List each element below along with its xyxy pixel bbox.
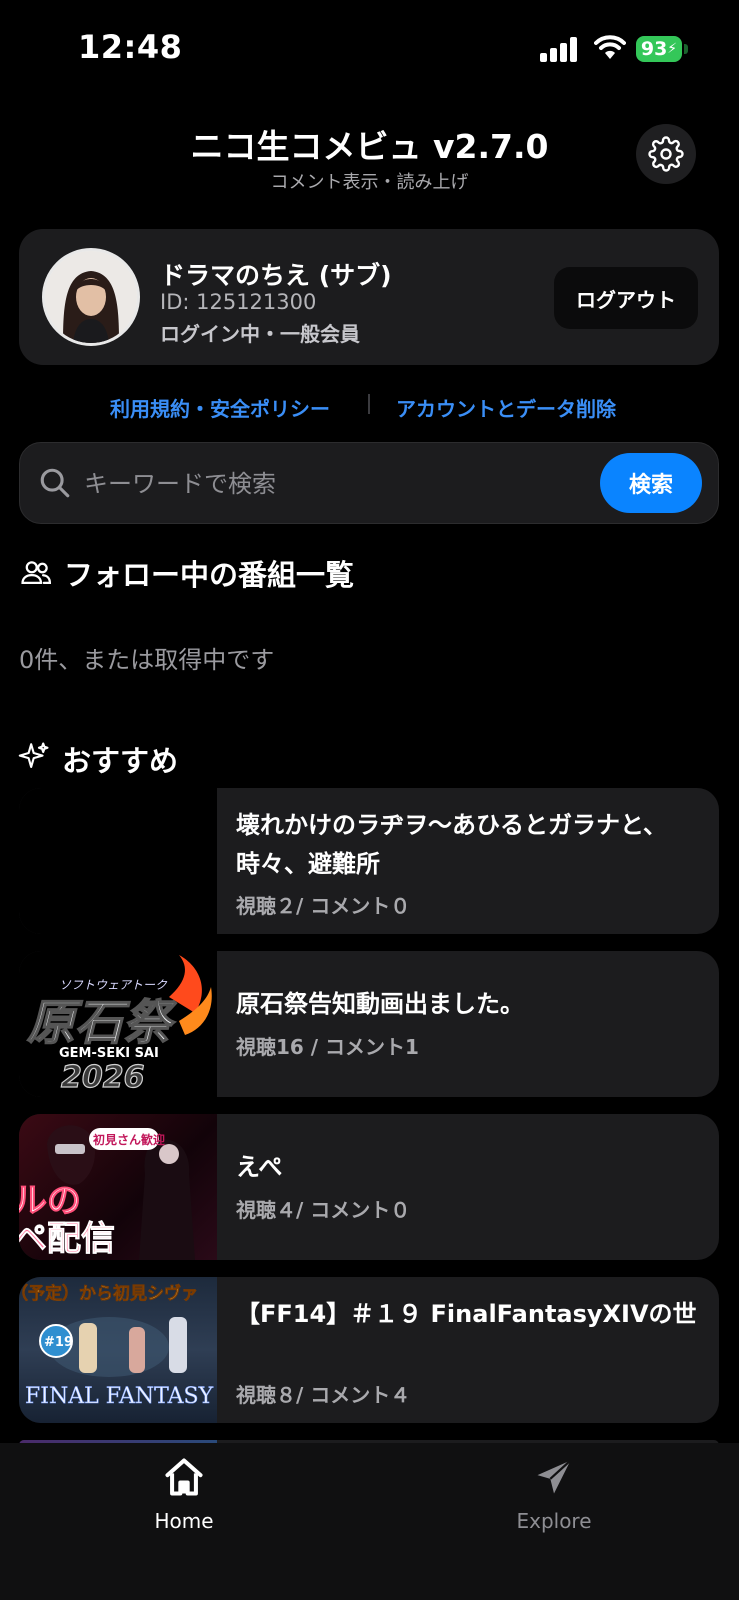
tab-home-label: Home [154, 1509, 214, 1533]
thumb-title: 原石祭 [27, 995, 177, 1051]
thumb-episode: #19 [44, 1335, 73, 1350]
app-title: ニコ生コメビュ v2.7.0 [190, 127, 549, 166]
program-stats: 視聴４/ コメント０ [236, 1198, 411, 1222]
battery-level: 93 [640, 38, 668, 60]
program-card[interactable]: （予定）から初見シヴァ #19 FINAL FANTASY 【FF14】＃１９ … [19, 1277, 719, 1423]
program-thumbnail: （予定）から初見シヴァ #19 FINAL FANTASY [19, 1277, 217, 1423]
program-title-line1: 【FF14】＃１９ FinalFantasyXIVの世界で「イッヌ」を探す ｱｶ… [236, 1300, 697, 1328]
program-stats: 視聴８/ コメント４ [236, 1383, 411, 1407]
tab-explore[interactable]: Explore [454, 1455, 654, 1533]
settings-button[interactable] [636, 124, 696, 184]
program-title: 壊れかけのラヂヲ〜あひるとガラナと、時々、避難所 [236, 811, 668, 878]
thumb-line2: ペ配信 [19, 1219, 115, 1259]
thumb-caption: ソフトウェアトーク [59, 978, 168, 992]
program-thumbnail: 初見さん歓迎 ルの ペ配信 [19, 1114, 217, 1260]
avatar [42, 248, 140, 346]
search-button[interactable]: 検索 [600, 453, 702, 513]
tab-home[interactable]: Home [84, 1455, 284, 1533]
tab-explore-label: Explore [516, 1509, 592, 1533]
program-stats: 視聴16 / コメント1 [236, 1035, 419, 1059]
program-title: 【FF14】＃１９ FinalFantasyXIVの世界で「イッヌ」を探す ｱｶ… [236, 1295, 697, 1334]
thumb-year: 2026 [61, 1060, 145, 1095]
sparkles-icon [18, 742, 49, 768]
thumb-badge: 初見さん歓迎 [93, 1132, 165, 1147]
recommended-section-title: おすすめ [62, 744, 179, 778]
users-icon [21, 561, 52, 585]
avatar-photo [45, 251, 137, 343]
following-section-title: フォロー中の番組一覧 [64, 558, 355, 592]
program-card[interactable]: ソフトウェアトーク 原石祭 GEM-SEKI SAI 2026 原石祭告知動画出… [19, 951, 719, 1097]
user-name: ドラマのちえ (サブ) [160, 261, 392, 290]
logout-button[interactable]: ログアウト [554, 267, 698, 329]
program-card[interactable]: 壊れかけのラヂヲ〜あひるとガラナと、時々、避難所 視聴２/ コメント０ [19, 788, 719, 934]
home-icon [165, 1458, 203, 1496]
search-icon [40, 468, 70, 498]
delete-account-link[interactable]: アカウントとデータ削除 [396, 393, 616, 422]
program-card[interactable]: 初見さん歓迎 ルの ペ配信 えぺ 視聴４/ コメント０ [19, 1114, 719, 1260]
battery-tip [684, 44, 688, 54]
program-thumbnail: ソフトウェアトーク 原石祭 GEM-SEKI SAI 2026 [19, 951, 217, 1097]
program-thumbnail [19, 788, 217, 934]
user-id: ID: 125121300 [160, 290, 317, 314]
search-input[interactable] [82, 456, 586, 512]
link-divider [368, 394, 370, 414]
thumb-line1: ルの [19, 1181, 81, 1221]
paper-plane-icon [537, 1459, 572, 1494]
following-empty-text: 0件、または取得中です [19, 646, 275, 674]
login-status: ログイン中・一般会員 [160, 322, 360, 346]
program-title: えぺ [236, 1153, 283, 1181]
terms-policy-link[interactable]: 利用規約・安全ポリシー [110, 393, 330, 422]
battery-icon: 93 ⚡ [636, 36, 682, 62]
wifi-icon [594, 35, 626, 59]
app-subtitle: コメント表示・読み上げ [270, 172, 469, 193]
gear-icon [648, 136, 684, 172]
thumb-caption: （予定）から初見シヴァ [19, 1283, 198, 1304]
status-time: 12:48 [78, 28, 183, 66]
cellular-signal-icon [540, 36, 580, 62]
program-title: 原石祭告知動画出ました。 [236, 990, 524, 1018]
thumb-title: FINAL FANTASY [25, 1384, 214, 1409]
thumb-subtitle: GEM-SEKI SAI [59, 1046, 159, 1061]
program-stats: 視聴２/ コメント０ [236, 894, 411, 918]
